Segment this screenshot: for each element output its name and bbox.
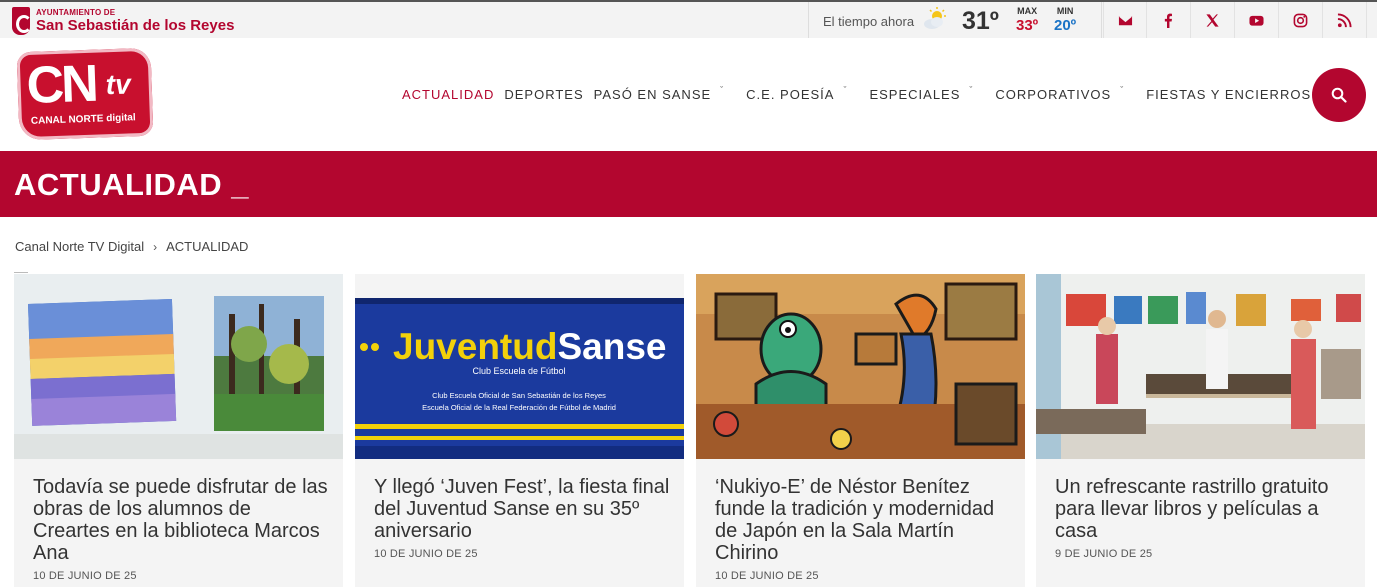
nav-actualidad[interactable]: ACTUALIDAD	[402, 87, 494, 102]
news-date: 10 DE JUNIO DE 25	[33, 570, 137, 582]
rss-icon[interactable]	[1323, 2, 1367, 38]
youtube-icon[interactable]	[1235, 2, 1279, 38]
section-banner: ACTUALIDAD _	[0, 151, 1377, 217]
weather-label: El tiempo ahora	[823, 14, 915, 29]
breadcrumb-current: ACTUALIDAD	[166, 239, 249, 254]
main-nav: ACTUALIDAD DEPORTES PASÓ EN SANSE ˇ C.E. …	[402, 84, 1346, 104]
nav-corporativos[interactable]: CORPORATIVOS ˇ	[995, 85, 1125, 102]
news-title[interactable]: ‘Nukiyo-E’ de Néstor Benítez funde la tr…	[715, 476, 1011, 564]
sign-subtitle: Club Escuela de Fútbol	[472, 366, 565, 376]
sign-line-2: Escuela Oficial de la Real Federación de…	[422, 403, 616, 412]
logo-subtitle: CANAL NORTE digital	[30, 112, 136, 127]
max-temperature: MAX 33º	[1016, 6, 1039, 34]
city-shield-icon	[12, 7, 32, 35]
breadcrumb: Canal Norte TV Digital › ACTUALIDAD	[15, 239, 248, 254]
current-temperature: 31º	[962, 7, 999, 35]
news-card[interactable]: ‘Nukiyo-E’ de Néstor Benítez funde la tr…	[696, 274, 1025, 587]
news-card[interactable]: JuventudSanse Club Escuela de Fútbol Clu…	[355, 274, 684, 587]
divider	[14, 272, 28, 273]
nav-especiales[interactable]: ESPECIALES ˇ	[869, 85, 974, 102]
social-links	[1103, 2, 1367, 38]
chevron-down-icon: ˇ	[969, 85, 974, 95]
nav-fiestas-y-encierros[interactable]: FIESTAS Y ENCIERROSˇ	[1146, 85, 1324, 102]
search-icon	[1331, 87, 1347, 103]
partly-sunny-icon	[924, 7, 946, 29]
cntv-logo[interactable]: CN tv CANAL NORTE digital	[16, 47, 154, 141]
nav-deportes[interactable]: DEPORTES	[504, 87, 583, 102]
news-card[interactable]: Un refrescante rastrillo gratuito para l…	[1036, 274, 1365, 587]
chevron-down-icon: ˇ	[720, 85, 725, 95]
sign-brand: JuventudSanse	[393, 326, 666, 367]
news-image-book-market[interactable]	[1036, 274, 1365, 459]
news-date: 10 DE JUNIO DE 25	[715, 570, 819, 582]
sign-line-1: Club Escuela Oficial de San Sebastián de…	[432, 391, 606, 400]
news-title[interactable]: Y llegó ‘Juven Fest’, la fiesta final de…	[374, 476, 670, 542]
news-image-juventud-sanse[interactable]: JuventudSanse Club Escuela de Fútbol Clu…	[355, 274, 684, 459]
chevron-down-icon: ˇ	[1120, 85, 1125, 95]
chevron-down-icon: ˇ	[843, 85, 848, 95]
nav-paso-en-sanse[interactable]: PASÓ EN SANSE ˇ	[594, 85, 725, 102]
x-icon[interactable]	[1191, 2, 1235, 38]
breadcrumb-chevron-icon: ›	[153, 239, 158, 254]
ayuntamiento-small-label: AYUNTAMIENTO DE	[36, 8, 116, 17]
news-card[interactable]: Todavía se puede disfrutar de las obras …	[14, 274, 343, 587]
search-button[interactable]	[1312, 68, 1366, 122]
site-header: CN tv CANAL NORTE digital ACTUALIDAD DEP…	[0, 38, 1377, 151]
logo-tv-text: tv	[105, 68, 132, 101]
breadcrumb-home[interactable]: Canal Norte TV Digital	[15, 239, 144, 254]
news-title[interactable]: Un refrescante rastrillo gratuito para l…	[1055, 476, 1351, 542]
news-image-illustration[interactable]	[696, 274, 1025, 459]
instagram-icon[interactable]	[1279, 2, 1323, 38]
email-icon[interactable]	[1103, 2, 1147, 38]
min-temperature: MIN 20º	[1054, 6, 1077, 34]
weather-widget: El tiempo ahora 31º MAX 33º MIN 20º	[808, 2, 1102, 38]
ayuntamiento-logo[interactable]: AYUNTAMIENTO DE San Sebastián de los Rey…	[12, 5, 234, 37]
top-bar: AYUNTAMIENTO DE San Sebastián de los Rey…	[0, 0, 1377, 38]
news-date: 10 DE JUNIO DE 25	[374, 548, 478, 560]
news-image-paintings[interactable]	[14, 274, 343, 459]
news-title[interactable]: Todavía se puede disfrutar de las obras …	[33, 476, 329, 564]
nav-ce-poesia[interactable]: C.E. POESÍA ˇ	[746, 85, 848, 102]
news-date: 9 DE JUNIO DE 25	[1055, 548, 1153, 560]
page-title: ACTUALIDAD _	[14, 167, 250, 202]
facebook-icon[interactable]	[1147, 2, 1191, 38]
logo-main-text: CN	[25, 54, 97, 116]
ayuntamiento-name: San Sebastián de los Reyes	[36, 17, 235, 34]
